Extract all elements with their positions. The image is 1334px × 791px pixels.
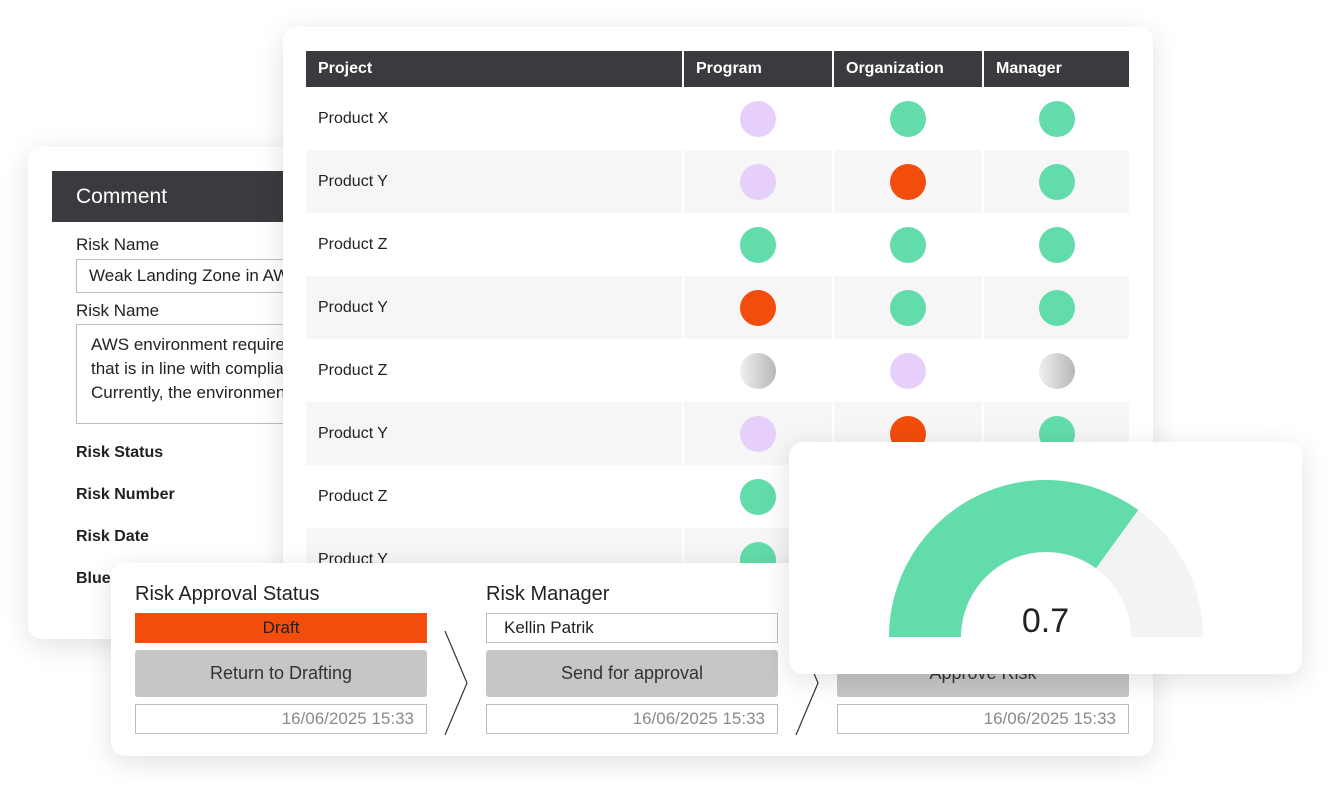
blue-label: Blue [76,570,111,587]
risk-manager-input[interactable]: Kellin Patrik [486,613,778,643]
status-dot-grey [740,352,776,389]
program-status-cell [682,276,832,339]
status-dot-green [740,478,776,515]
status-dot-green [890,100,926,137]
organization-status-cell [832,339,982,402]
manager-status-cell [982,339,1129,402]
manager-status-cell [982,276,1129,339]
status-dot-lavender [740,163,776,200]
column-header-organization[interactable]: Organization [832,51,982,87]
status-badge: Draft [135,613,427,643]
table-row[interactable]: Product X [306,87,1129,150]
project-name-cell: Product Y [318,172,388,190]
return-to-drafting-button[interactable]: Return to Drafting [135,650,427,697]
status-dot-lavender [740,100,776,137]
organization-status-cell [832,213,982,276]
project-name-cell: Product Z [318,487,388,505]
project-name-cell: Product X [318,109,389,127]
risk-number-label: Risk Number [76,486,175,503]
table-row[interactable]: Product Z [306,339,1129,402]
status-dot-lavender [890,352,926,389]
column-header-program[interactable]: Program [682,51,832,87]
status-dot-green [1038,289,1075,326]
project-name-cell: Product Z [318,235,388,253]
manager-status-cell [982,87,1129,150]
organization-status-cell [832,87,982,150]
stage3-date-field: 16/06/2025 15:33 [837,704,1129,734]
gauge-value: 0.7 [1021,602,1070,640]
send-for-approval-button[interactable]: Send for approval [486,650,778,697]
project-name-cell: Product Z [318,361,388,379]
table-row[interactable]: Product Y [306,276,1129,339]
organization-status-cell [832,276,982,339]
status-dot-green [1038,163,1075,200]
program-status-cell [682,87,832,150]
manager-status-cell [982,213,1129,276]
risk-date-label: Risk Date [76,528,149,545]
risk-approval-status-title: Risk Approval Status [135,583,320,605]
status-dot-green [1038,100,1075,137]
risk-manager-title: Risk Manager [486,583,610,605]
manager-status-cell [982,150,1129,213]
status-dot-orange [740,289,776,326]
project-name-cell: Product Y [318,298,388,316]
risk-status-label: Risk Status [76,444,164,461]
status-dot-orange [890,163,926,200]
table-header: Project Program Organization Manager [306,51,1129,87]
status-dot-green [740,226,776,263]
status-dot-green [1038,226,1075,263]
table-row[interactable]: Product Y [306,150,1129,213]
column-header-project[interactable]: Project [306,51,682,87]
program-status-cell [682,339,832,402]
risk-score-gauge-card: 0.7 [789,442,1302,674]
table-row[interactable]: Product Z [306,213,1129,276]
status-dot-grey [1038,352,1075,389]
stage1-date-field: 16/06/2025 15:33 [135,704,427,734]
status-dot-green [890,289,926,326]
risk-name-label: Risk Name [76,235,160,254]
project-name-cell: Product Y [318,424,388,442]
column-header-manager[interactable]: Manager [982,51,1129,87]
chevron-right-icon [444,630,468,736]
status-dot-lavender [740,415,776,452]
stage2-date-field: 16/06/2025 15:33 [486,704,778,734]
risk-description-label: Risk Name [76,301,160,320]
status-dot-green [890,226,926,263]
organization-status-cell [832,150,982,213]
program-status-cell [682,150,832,213]
program-status-cell [682,213,832,276]
